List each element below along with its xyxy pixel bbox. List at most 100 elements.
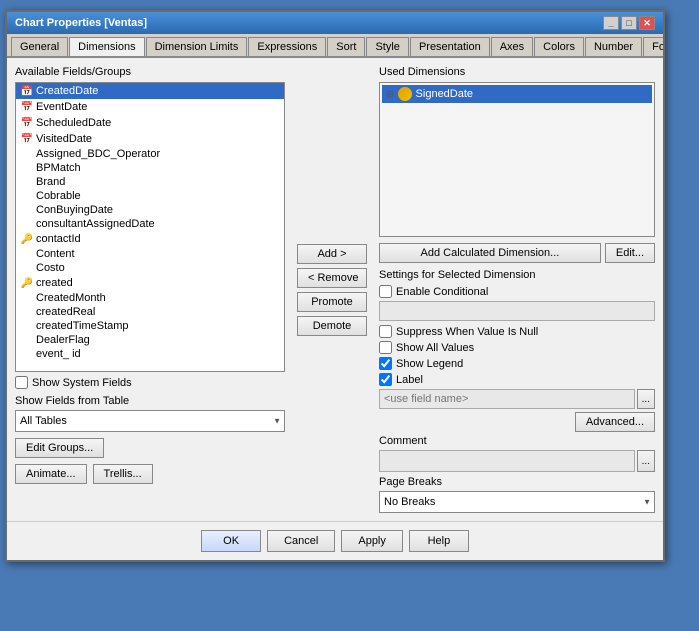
promote-button[interactable]: Promote	[297, 292, 367, 312]
tab-presentation[interactable]: Presentation	[410, 37, 490, 56]
show-legend-label: Show Legend	[396, 358, 463, 370]
field-name: ConBuyingDate	[36, 204, 113, 216]
label-ellipsis-button[interactable]: ...	[637, 389, 655, 409]
list-item[interactable]: createdTimeStamp	[16, 319, 284, 333]
tab-content: Available Fields/Groups 📅 CreatedDate 📅	[7, 58, 663, 521]
enable-conditional-checkbox[interactable]	[379, 285, 392, 298]
list-item[interactable]: Assigned_BDC_Operator	[16, 147, 284, 161]
field-name: contactId	[36, 233, 81, 245]
list-item[interactable]: ConBuyingDate	[16, 203, 284, 217]
page-breaks-label: Page Breaks	[379, 476, 442, 488]
list-item[interactable]: ⊞ SignedDate	[382, 85, 652, 103]
edit-groups-button[interactable]: Edit Groups...	[15, 438, 104, 458]
used-dims-label: Used Dimensions	[379, 66, 655, 78]
label-input[interactable]	[379, 389, 635, 409]
animate-button[interactable]: Animate...	[15, 464, 87, 484]
list-item[interactable]: consultantAssignedDate	[16, 217, 284, 231]
tab-expressions[interactable]: Expressions	[248, 37, 326, 56]
list-item[interactable]: Brand	[16, 175, 284, 189]
animate-trellis-row: Animate... Trellis...	[15, 464, 285, 484]
show-system-fields-checkbox[interactable]	[15, 376, 28, 389]
list-item[interactable]: CreatedMonth	[16, 291, 284, 305]
list-item[interactable]: DealerFlag	[16, 333, 284, 347]
field-name: Costo	[36, 262, 65, 274]
minimize-button[interactable]: _	[603, 16, 619, 30]
demote-button[interactable]: Demote	[297, 316, 367, 336]
tab-dimension-limits[interactable]: Dimension Limits	[146, 37, 248, 56]
suppress-null-checkbox[interactable]	[379, 325, 392, 338]
fields-list[interactable]: 📅 CreatedDate 📅 EventDate 📅 ScheduledDat…	[15, 82, 285, 372]
edit-groups-row: Edit Groups...	[15, 438, 285, 458]
tab-axes[interactable]: Axes	[491, 37, 533, 56]
field-name: Content	[36, 248, 75, 260]
show-all-values-checkbox[interactable]	[379, 341, 392, 354]
tab-style[interactable]: Style	[366, 37, 408, 56]
tab-sort[interactable]: Sort	[327, 37, 365, 56]
show-system-fields-label: Show System Fields	[32, 377, 132, 389]
page-breaks-dropdown-wrapper: No Breaks	[379, 491, 655, 513]
list-item[interactable]: 📅 VisitedDate	[16, 131, 284, 147]
bottom-buttons: OK Cancel Apply Help	[7, 521, 663, 560]
expand-icon: ⊞	[386, 89, 394, 100]
list-item[interactable]: 🔑 created	[16, 275, 284, 291]
list-item[interactable]: Content	[16, 247, 284, 261]
show-fields-label: Show Fields from Table	[15, 395, 285, 407]
list-item[interactable]: 📅 ScheduledDate	[16, 115, 284, 131]
calendar-icon: 📅	[20, 100, 34, 114]
tab-general[interactable]: General	[11, 37, 68, 56]
calendar-icon: 📅	[20, 116, 34, 130]
conditional-input[interactable]	[379, 301, 655, 321]
show-legend-checkbox[interactable]	[379, 357, 392, 370]
list-item[interactable]: 🔑 contactId	[16, 231, 284, 247]
add-calculated-dimension-button[interactable]: Add Calculated Dimension...	[379, 243, 601, 263]
left-panel: Available Fields/Groups 📅 CreatedDate 📅	[15, 66, 285, 513]
cancel-button[interactable]: Cancel	[267, 530, 335, 552]
tab-font[interactable]: Font	[643, 37, 663, 56]
list-item[interactable]: 📅 CreatedDate	[16, 83, 284, 99]
tab-number[interactable]: Number	[585, 37, 642, 56]
suppress-null-label: Suppress When Value Is Null	[396, 326, 538, 338]
field-name: Assigned_BDC_Operator	[36, 148, 160, 160]
used-dimensions-list[interactable]: ⊞ SignedDate	[379, 82, 655, 237]
field-name: ScheduledDate	[36, 117, 111, 129]
label-checkbox[interactable]	[379, 373, 392, 386]
field-name: event_ id	[36, 348, 81, 360]
settings-area: Settings for Selected Dimension Enable C…	[379, 269, 655, 513]
label-row: Label	[379, 373, 655, 386]
maximize-button[interactable]: □	[621, 16, 637, 30]
comment-ellipsis-button[interactable]: ...	[637, 450, 655, 472]
field-name: Cobrable	[36, 190, 81, 202]
advanced-button[interactable]: Advanced...	[575, 412, 655, 432]
conditional-input-row	[379, 301, 655, 321]
enable-conditional-label: Enable Conditional	[396, 286, 488, 298]
window-title: Chart Properties [Ventas]	[15, 17, 147, 29]
field-name: Brand	[36, 176, 65, 188]
tab-dimensions[interactable]: Dimensions	[69, 37, 144, 57]
list-item[interactable]: Costo	[16, 261, 284, 275]
show-system-fields-row: Show System Fields	[15, 376, 285, 389]
page-breaks-label-row: Page Breaks	[379, 476, 655, 488]
page-breaks-dropdown[interactable]: No Breaks	[379, 491, 655, 513]
remove-button[interactable]: < Remove	[297, 268, 367, 288]
apply-button[interactable]: Apply	[341, 530, 403, 552]
field-name: CreatedDate	[36, 85, 98, 97]
available-fields-label: Available Fields/Groups	[15, 66, 285, 78]
list-item[interactable]: BPMatch	[16, 161, 284, 175]
list-item[interactable]: 📅 EventDate	[16, 99, 284, 115]
table-dropdown[interactable]: All Tables	[15, 410, 285, 432]
field-name: created	[36, 277, 73, 289]
edit-button[interactable]: Edit...	[605, 243, 655, 263]
close-button[interactable]: ✕	[639, 16, 655, 30]
add-button[interactable]: Add >	[297, 244, 367, 264]
comment-input-row: ...	[379, 450, 655, 472]
list-item[interactable]: createdReal	[16, 305, 284, 319]
list-item[interactable]: Cobrable	[16, 189, 284, 203]
trellis-button[interactable]: Trellis...	[93, 464, 153, 484]
ok-button[interactable]: OK	[201, 530, 261, 552]
advanced-button-row: Advanced...	[379, 412, 655, 432]
field-name: BPMatch	[36, 162, 81, 174]
help-button[interactable]: Help	[409, 530, 469, 552]
title-bar: Chart Properties [Ventas] _ □ ✕	[7, 12, 663, 34]
tab-colors[interactable]: Colors	[534, 37, 584, 56]
list-item[interactable]: event_ id	[16, 347, 284, 361]
